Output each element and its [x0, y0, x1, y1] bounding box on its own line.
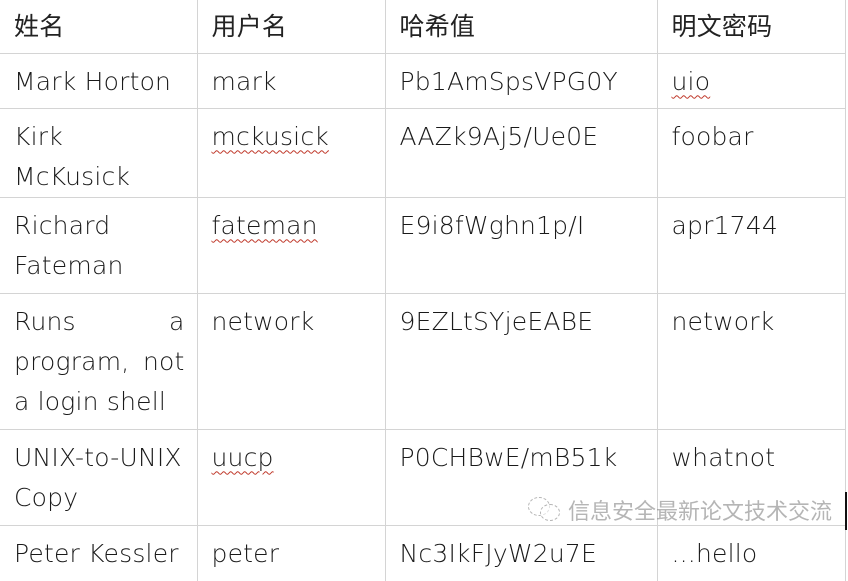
cell-username: uucp: [196, 428, 386, 526]
table-row: Mark Horton mark Pb1AmSpsVPG0Y uio: [0, 52, 846, 109]
cell-username: mckusick: [196, 107, 386, 198]
cell-hash: P0CHBwE/mB51k: [384, 428, 658, 526]
header-username: 用户名: [196, 0, 386, 54]
cell-username: peter: [196, 524, 386, 581]
cell-name: Mark Horton: [0, 52, 198, 109]
table-row: UNIX-to-UNIX Copy uucp P0CHBwE/mB51k wha…: [0, 428, 846, 526]
username-text: mckusick: [211, 121, 329, 151]
cell-name: Kirk McKusick: [0, 107, 198, 198]
header-hash: 哈希值: [384, 0, 658, 54]
header-name: 姓名: [0, 0, 198, 54]
cell-hash: E9i8fWghn1p/I: [384, 196, 658, 294]
plaintext-text: uio: [671, 66, 711, 96]
name-text: Kirk McKusick: [14, 121, 131, 191]
cell-hash: AAZk9Aj5/Ue0E: [384, 107, 658, 198]
cell-username: fateman: [196, 196, 386, 294]
cell-plaintext: network: [656, 292, 846, 430]
cell-name: Richard Fateman: [0, 196, 198, 294]
cell-hash: Pb1AmSpsVPG0Y: [384, 52, 658, 109]
text-cursor: [845, 492, 847, 530]
username-text: fateman: [211, 210, 318, 240]
table-row: Kirk McKusick mckusick AAZk9Aj5/Ue0E foo…: [0, 107, 846, 198]
username-text: uucp: [211, 442, 274, 472]
cell-plaintext: apr1744: [656, 196, 846, 294]
table-row: Peter Kessler peter Nc3IkFJyW2u7E ...hel…: [0, 524, 846, 581]
cell-plaintext: whatnot: [656, 428, 846, 526]
cell-plaintext: uio: [656, 52, 846, 109]
table-row: Richard Fateman fateman E9i8fWghn1p/I ap…: [0, 196, 846, 294]
cell-name: Runs a program, not a login shell: [0, 292, 198, 430]
cell-username: mark: [196, 52, 386, 109]
cell-hash: Nc3IkFJyW2u7E: [384, 524, 658, 581]
cell-plaintext: ...hello: [656, 524, 846, 581]
table-row: Runs a program, not a login shell networ…: [0, 292, 846, 430]
cell-username: network: [196, 292, 386, 430]
header-plaintext: 明文密码: [656, 0, 846, 54]
header-row: 姓名 用户名 哈希值 明文密码: [0, 0, 846, 54]
cell-name: UNIX-to-UNIX Copy: [0, 428, 198, 526]
cell-plaintext: foobar: [656, 107, 846, 198]
password-table: 姓名 用户名 哈希值 明文密码 Mark Horton mark Pb1AmSp…: [0, 0, 846, 581]
cell-name: Peter Kessler: [0, 524, 198, 581]
cell-hash: 9EZLtSYjeEABE: [384, 292, 658, 430]
